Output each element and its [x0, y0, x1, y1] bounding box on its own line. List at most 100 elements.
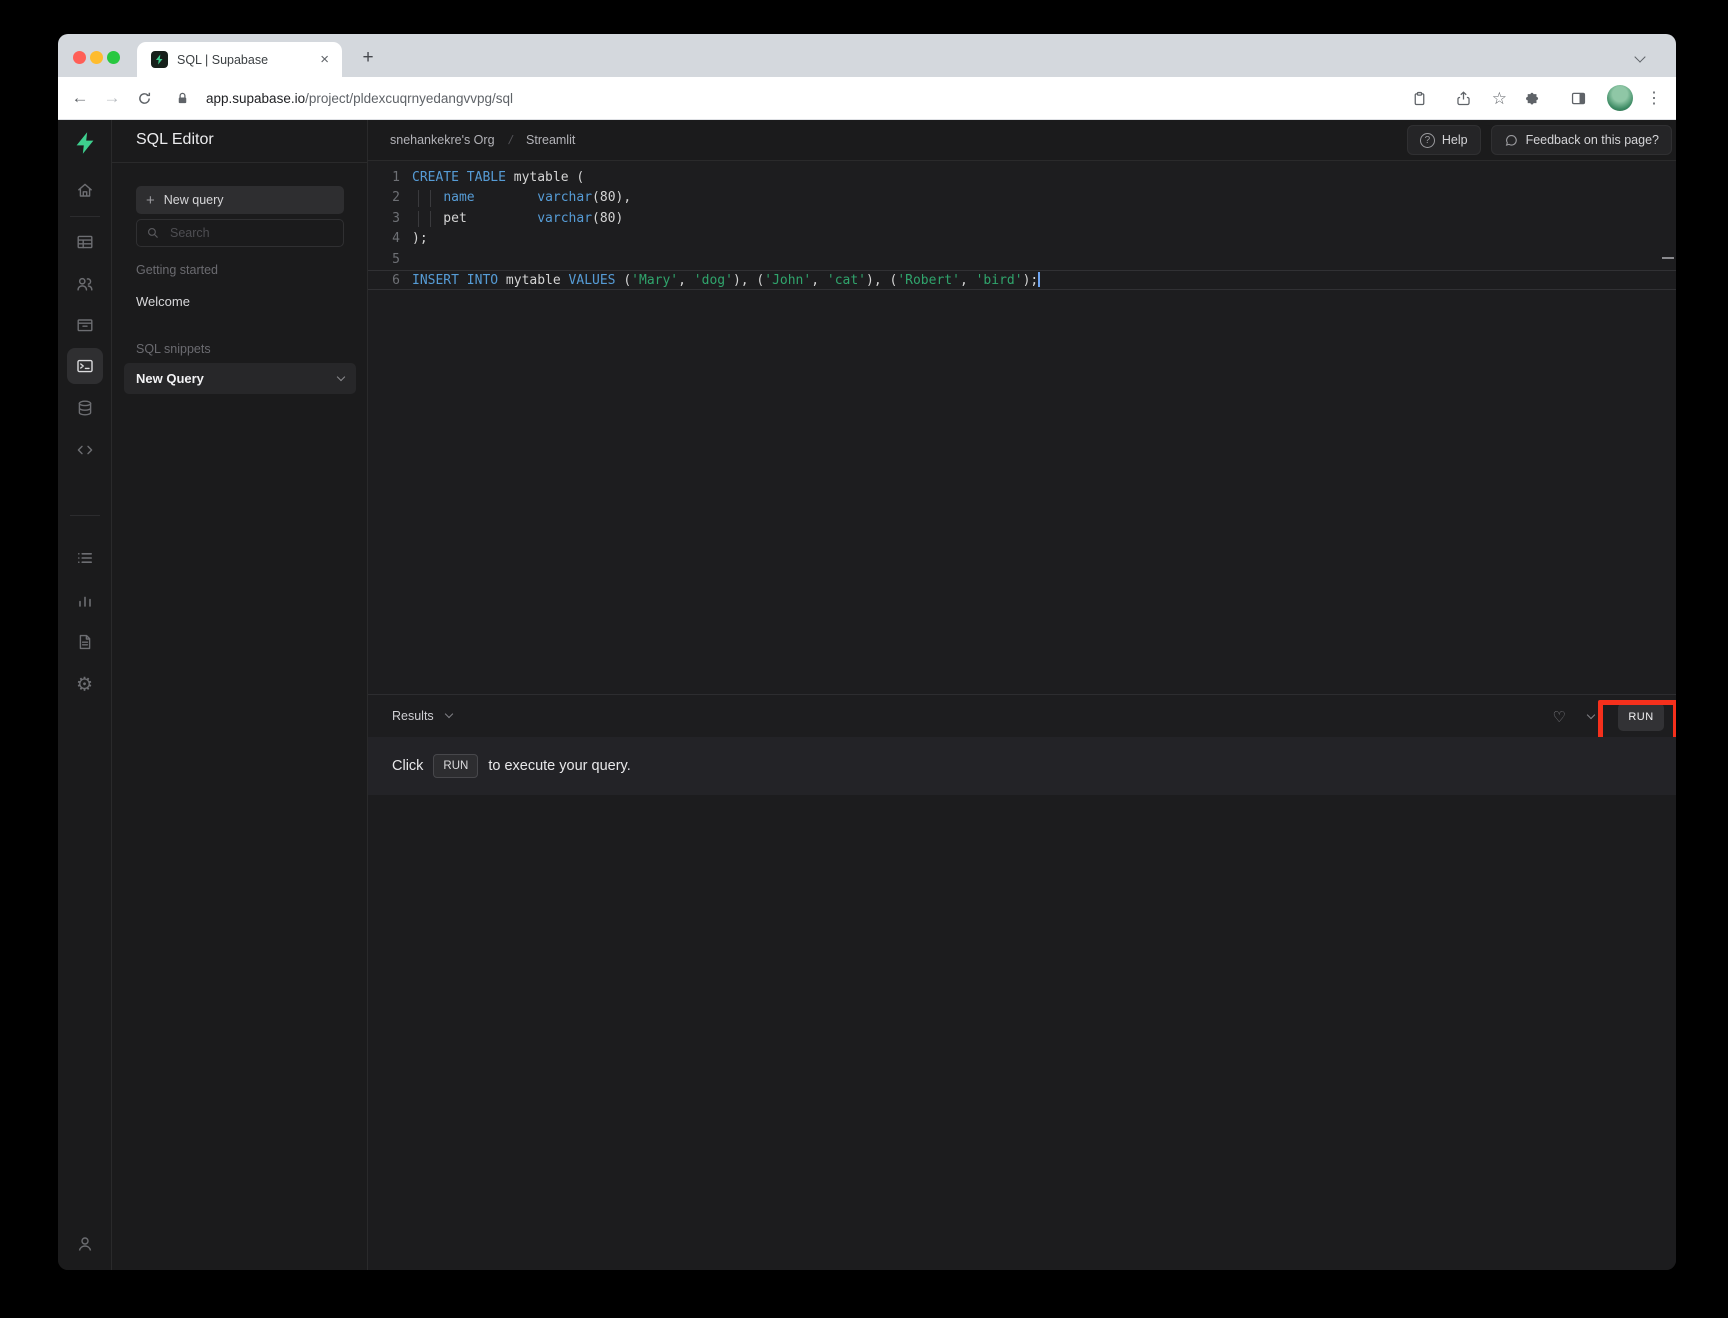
code-token: );	[412, 231, 428, 246]
sql-editor-icon[interactable]	[67, 348, 103, 384]
forward-icon[interactable]: →	[96, 88, 128, 108]
chevron-down-icon[interactable]	[1587, 711, 1595, 719]
new-tab-button[interactable]: +	[354, 44, 382, 72]
breadcrumb-project[interactable]: Streamlit	[526, 133, 575, 147]
feedback-button[interactable]: Feedback on this page?	[1491, 125, 1672, 155]
chevron-down-icon[interactable]	[337, 373, 345, 381]
sql-code-editor[interactable]: 1CREATE TABLE mytable (2 name varchar(80…	[368, 161, 1676, 694]
code-token: ,	[960, 273, 976, 288]
code-token: 'Robert'	[897, 273, 960, 288]
code-text: INSERT INTO mytable VALUES ('Mary', 'dog…	[400, 271, 1040, 289]
fullscreen-window-button[interactable]	[107, 51, 120, 64]
code-text: CREATE TABLE mytable (	[400, 168, 584, 188]
tab-list-chevron-icon[interactable]	[1636, 48, 1644, 66]
sidebar-item-new-query[interactable]: New Query	[124, 363, 356, 394]
reload-icon[interactable]	[128, 90, 160, 107]
help-icon: ?	[1420, 133, 1435, 148]
results-label[interactable]: Results	[392, 709, 434, 723]
tab-close-icon[interactable]: ×	[317, 51, 332, 68]
nav-rail: ⚙	[58, 120, 112, 1270]
results-empty-area	[368, 795, 1676, 1270]
supabase-favicon-icon	[151, 51, 168, 68]
settings-icon[interactable]: ⚙	[76, 676, 93, 695]
table-editor-icon[interactable]	[75, 232, 95, 252]
search-box[interactable]	[136, 219, 344, 247]
home-icon[interactable]	[75, 180, 95, 200]
line-number: 5	[368, 250, 400, 270]
line-number: 2	[368, 188, 400, 208]
bookmark-star-icon[interactable]: ☆	[1492, 90, 1507, 107]
code-token: 'Mary'	[631, 273, 678, 288]
clipboard-icon[interactable]	[1404, 90, 1436, 107]
code-token: mytable (	[506, 170, 584, 185]
reports-icon[interactable]	[75, 590, 95, 610]
extensions-icon[interactable]	[1517, 90, 1549, 107]
code-token: mytable	[498, 273, 568, 288]
address-bar[interactable]: app.supabase.io/project/pldexcuqrnyedang…	[166, 90, 1517, 107]
section-getting-started: Getting started	[136, 263, 218, 277]
tab-strip: SQL | Supabase × +	[58, 34, 1676, 77]
url-domain: app.supabase.io	[206, 91, 305, 106]
plus-icon: +	[146, 192, 155, 209]
database-icon[interactable]	[75, 398, 95, 418]
code-token: (80)	[592, 211, 623, 226]
menu-dots-icon[interactable]: ⋮	[1646, 88, 1662, 108]
docs-icon[interactable]	[75, 632, 95, 652]
speech-bubble-icon	[1504, 133, 1519, 148]
page-title: SQL Editor	[136, 131, 214, 149]
sidebar-divider	[112, 162, 368, 163]
api-code-icon[interactable]	[75, 440, 95, 460]
lock-icon	[166, 91, 198, 106]
profile-avatar[interactable]	[1607, 85, 1633, 111]
new-query-button[interactable]: + New query	[136, 186, 344, 214]
sidebar-item-new-query-label: New Query	[136, 371, 204, 386]
content-header: snehankekre's Org / Streamlit ? Help	[368, 120, 1676, 161]
browser-window: SQL | Supabase × + ← → app.supabase.io/p…	[58, 34, 1676, 1270]
code-token: ), (	[866, 273, 897, 288]
code-token: (	[616, 273, 632, 288]
share-icon[interactable]	[1448, 90, 1480, 107]
close-window-button[interactable]	[73, 51, 86, 64]
storage-icon[interactable]	[75, 315, 95, 335]
code-token: (80),	[592, 190, 631, 205]
back-icon[interactable]: ←	[64, 88, 96, 108]
indent-guide	[430, 211, 431, 227]
browser-tab[interactable]: SQL | Supabase ×	[137, 42, 342, 77]
favorite-heart-icon[interactable]: ♡	[1553, 708, 1566, 726]
results-message-row: Click RUN to execute your query.	[368, 737, 1676, 795]
code-line: 5	[368, 250, 1676, 270]
help-button[interactable]: ? Help	[1407, 125, 1481, 155]
search-input[interactable]	[168, 225, 318, 241]
code-token: ,	[811, 273, 827, 288]
code-line: 2 name varchar(80),	[368, 188, 1676, 208]
logs-icon[interactable]	[75, 548, 95, 568]
code-token: 'John'	[764, 273, 811, 288]
breadcrumb: snehankekre's Org / Streamlit	[390, 133, 575, 147]
code-token: );	[1023, 273, 1039, 288]
indent-guide	[430, 190, 431, 206]
code-token: ,	[678, 273, 694, 288]
url-text: app.supabase.io/project/pldexcuqrnyedang…	[206, 91, 513, 106]
sidebar-item-welcome[interactable]: Welcome	[136, 294, 190, 309]
run-button[interactable]: RUN	[1618, 703, 1664, 731]
code-token: CREATE TABLE	[412, 170, 506, 185]
side-panel-icon[interactable]	[1562, 90, 1594, 107]
account-user-icon[interactable]	[75, 1234, 95, 1254]
code-text	[400, 250, 412, 270]
code-token: 'dog'	[694, 273, 733, 288]
chevron-down-icon[interactable]	[444, 710, 452, 718]
new-query-button-label: New query	[164, 193, 224, 207]
results-bar: Results ♡ RUN	[368, 694, 1676, 737]
code-text: name varchar(80),	[400, 188, 631, 208]
minimize-window-button[interactable]	[90, 51, 103, 64]
code-token: ), (	[733, 273, 764, 288]
breadcrumb-org[interactable]: snehankekre's Org	[390, 133, 495, 147]
code-text: pet varchar(80)	[400, 209, 623, 229]
run-chip: RUN	[433, 754, 478, 778]
code-token: varchar	[537, 211, 592, 226]
sql-editor-sidebar: SQL Editor + New query Getting started W…	[112, 120, 368, 1270]
auth-users-icon[interactable]	[74, 274, 95, 295]
supabase-logo-icon[interactable]	[73, 131, 97, 155]
code-line: 6INSERT INTO mytable VALUES ('Mary', 'do…	[368, 270, 1676, 290]
tab-title: SQL | Supabase	[177, 53, 317, 67]
